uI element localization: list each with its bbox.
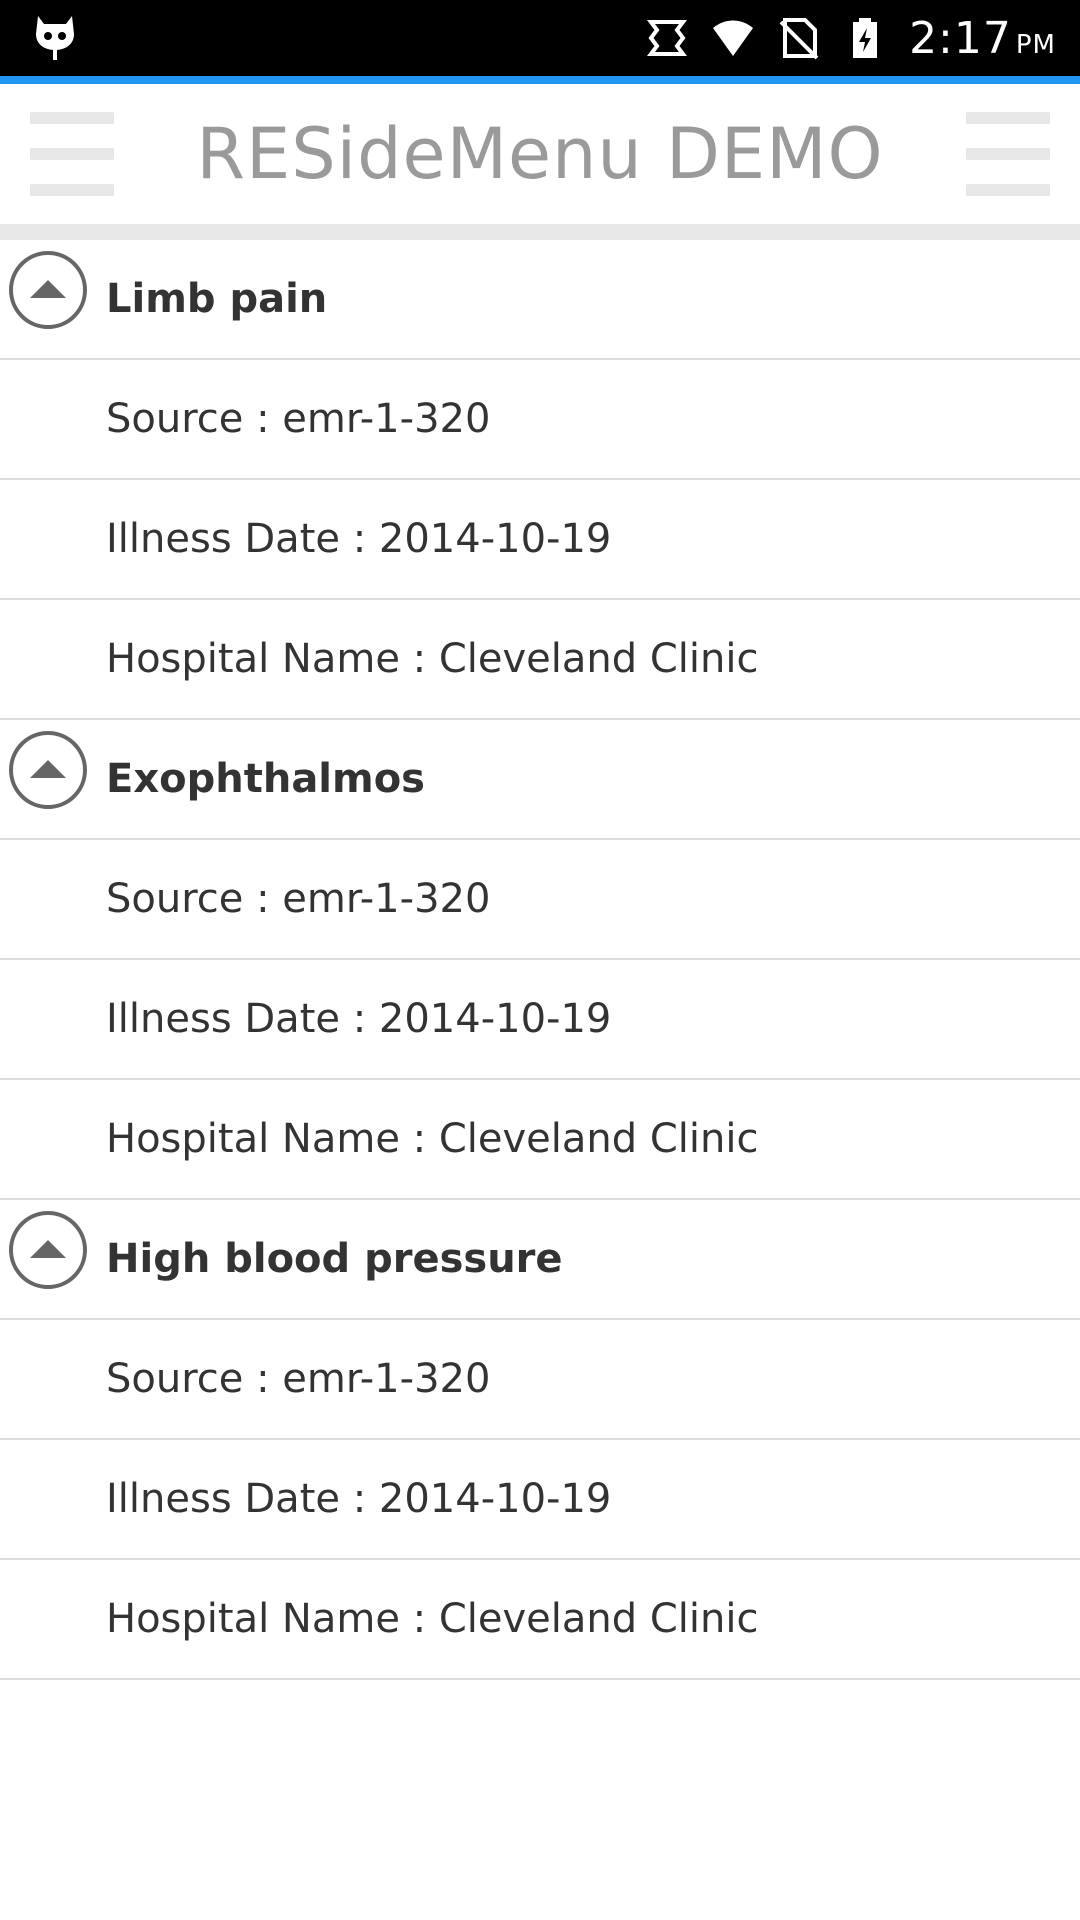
item-hospital-name: Hospital Name : Cleveland Clinic bbox=[106, 1116, 759, 1162]
list-item[interactable]: Source : emr-1-320 bbox=[0, 1320, 1080, 1440]
group-header-row[interactable]: Exophthalmos bbox=[0, 720, 1080, 840]
time-ampm: PM bbox=[1015, 29, 1056, 60]
list-item[interactable]: Hospital Name : Cleveland Clinic bbox=[0, 600, 1080, 720]
hamburger-icon-bar bbox=[966, 148, 1050, 160]
group-title: High blood pressure bbox=[106, 1236, 563, 1282]
hamburger-icon-bar bbox=[966, 184, 1050, 196]
status-bar: 2:17 PM bbox=[0, 0, 1080, 76]
hamburger-icon-bar bbox=[966, 112, 1050, 124]
item-source: Source : emr-1-320 bbox=[106, 1356, 491, 1402]
battery-charging-icon bbox=[853, 18, 878, 58]
group-header-row[interactable]: High blood pressure bbox=[0, 1200, 1080, 1320]
time-value: 2:17 bbox=[909, 12, 1012, 64]
item-hospital-name: Hospital Name : Cleveland Clinic bbox=[106, 1596, 759, 1642]
collapse-arrow-icon[interactable] bbox=[8, 730, 88, 810]
collapse-arrow-icon[interactable] bbox=[8, 1210, 88, 1290]
group-title: Limb pain bbox=[106, 276, 328, 322]
list-item[interactable]: Source : emr-1-320 bbox=[0, 360, 1080, 480]
group-title: Exophthalmos bbox=[106, 756, 425, 802]
header-divider bbox=[0, 224, 1080, 240]
list-item[interactable]: Source : emr-1-320 bbox=[0, 840, 1080, 960]
list-item[interactable]: Hospital Name : Cleveland Clinic bbox=[0, 1560, 1080, 1680]
page-title: RESideMenu DEMO bbox=[196, 113, 884, 195]
sync-icon bbox=[647, 20, 688, 56]
item-illness-date: Illness Date : 2014-10-19 bbox=[106, 1476, 612, 1522]
item-source: Source : emr-1-320 bbox=[106, 396, 491, 442]
list-item[interactable]: Illness Date : 2014-10-19 bbox=[0, 1440, 1080, 1560]
status-time: 2:17 PM bbox=[909, 13, 1056, 64]
collapse-arrow-icon[interactable] bbox=[8, 250, 88, 330]
group-header-row[interactable]: Limb pain bbox=[0, 240, 1080, 360]
right-menu-button[interactable] bbox=[966, 112, 1050, 196]
wifi-icon bbox=[713, 20, 754, 56]
list-item[interactable]: Illness Date : 2014-10-19 bbox=[0, 960, 1080, 1080]
list-item[interactable]: Hospital Name : Cleveland Clinic bbox=[0, 1080, 1080, 1200]
no-sim-icon bbox=[779, 18, 819, 60]
item-illness-date: Illness Date : 2014-10-19 bbox=[106, 516, 612, 562]
expandable-list: Limb pain Source : emr-1-320 Illness Dat… bbox=[0, 240, 1080, 1680]
list-item[interactable]: Illness Date : 2014-10-19 bbox=[0, 480, 1080, 600]
app-header: RESideMenu DEMO bbox=[0, 84, 1080, 224]
item-source: Source : emr-1-320 bbox=[106, 876, 491, 922]
item-hospital-name: Hospital Name : Cleveland Clinic bbox=[106, 636, 759, 682]
cyanogen-cat-icon bbox=[36, 16, 74, 60]
item-illness-date: Illness Date : 2014-10-19 bbox=[106, 996, 612, 1042]
accent-line bbox=[0, 76, 1080, 84]
